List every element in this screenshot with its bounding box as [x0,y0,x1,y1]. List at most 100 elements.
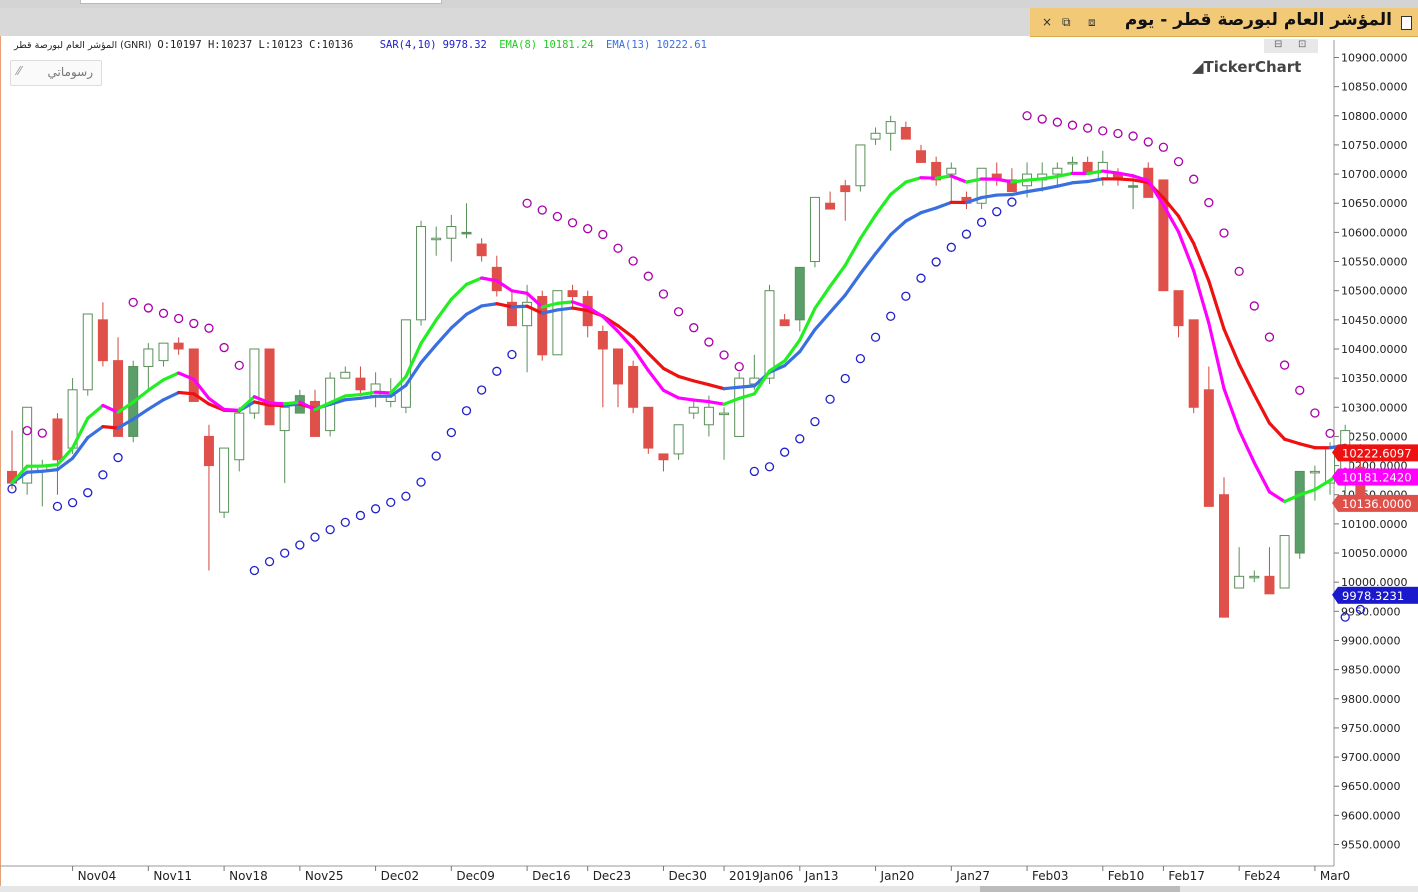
x-tick-label: Dec02 [381,869,420,883]
x-tick-label: Dec16 [532,869,571,883]
ema13-line-segment [661,366,681,379]
sar-point [583,224,593,234]
ema8-line-segment [889,180,908,196]
sar-point [749,466,759,477]
candle-body-up [82,313,93,391]
candle-body-down [1188,319,1199,408]
candle-body-down [203,435,214,467]
candle-body-up [416,226,427,321]
ema8-line-segment [434,297,453,322]
sar-point [961,229,972,239]
candle-body-up [143,348,154,367]
sar-point [719,350,729,360]
y-tick-label: 10550.0000 [1341,256,1407,269]
ema13-line-segment [919,206,938,215]
candle-body-up [946,167,957,175]
y-tick-label: 10050.0000 [1341,547,1407,560]
ema13-line-segment [146,398,166,411]
ema13-line-segment [1207,279,1226,331]
sar-point [764,462,775,472]
ema13-line-segment [555,306,575,312]
ema8-line-segment [1313,478,1332,492]
ema8-line-segment [419,318,438,345]
candle-body-up [1249,575,1260,579]
ema13-line-segment [737,384,756,389]
y-tick-label: 10650.0000 [1341,197,1407,210]
candle-body-up [400,319,411,408]
x-tick-label: Feb10 [1108,869,1145,883]
sar-point [370,504,381,514]
y-tick-label: 10250.0000 [1341,430,1407,443]
sar-point [643,271,653,281]
sar-point [264,556,275,567]
ema13-line-segment [177,390,196,396]
sar-point [1067,120,1078,130]
y-tick-label: 10500.0000 [1341,285,1407,298]
candle-body-up [719,412,730,416]
ema13-line-segment [858,251,878,276]
x-tick-label: Jan27 [955,869,990,883]
sar-point [1158,142,1169,152]
sar-point [37,428,47,438]
sar-point [143,303,154,313]
x-tick-label: Feb24 [1244,869,1281,883]
sar-point [1083,123,1093,133]
x-tick-label: Jan13 [804,869,839,883]
sar-point [401,491,411,501]
sar-point [1052,117,1062,127]
sar-point [1143,137,1153,147]
ema8-line-segment [843,236,863,267]
ema13-line-segment [510,304,529,309]
price-label-pointer [1332,586,1338,604]
sar-point [840,373,850,384]
y-tick-label: 9750.0000 [1341,722,1401,735]
x-tick-label: Mar0 [1320,869,1350,883]
sar-point [1295,385,1305,395]
x-tick-label: Jan20 [880,869,915,883]
sar-point [295,540,305,550]
ema13-line-segment [343,396,363,402]
candle-body-up [1309,470,1320,474]
ema8-line-segment [161,371,181,382]
candle-body-down [1264,575,1275,595]
x-tick-label: 2019Jan06 [729,869,793,883]
x-tick-label: Dec09 [456,869,495,883]
y-tick-label: 9700.0000 [1341,751,1401,764]
sar-point [98,470,108,480]
sar-point [780,447,790,457]
sar-point [325,524,335,535]
candle-body-down [658,453,669,461]
y-tick-label: 9550.0000 [1341,839,1401,852]
y-tick-label: 10100.0000 [1341,518,1407,531]
sar-point [916,273,926,283]
ema8-line-segment [873,192,893,217]
price-label-text: 10222.6097 [1342,446,1412,460]
ema8-line-segment [40,463,60,468]
sar-point [1022,111,1032,121]
horizontal-scrollbar[interactable] [0,886,1418,892]
sar-point [931,257,941,267]
sar-point [113,452,123,463]
sar-point [1310,408,1320,418]
ema13-line-segment [480,302,499,308]
sar-point [886,311,896,321]
price-chart[interactable]: 10900.0000 10850.0000 10800.0000 10750.0000… [0,0,1418,892]
sar-point [673,307,684,317]
sar-point [567,218,578,228]
ema8-line-segment [904,176,923,184]
sar-point [1219,228,1229,238]
sar-point [976,217,987,227]
candle-body-down [1173,290,1184,327]
candle-body-down [355,377,366,391]
candle-body-down [628,365,639,408]
ema8-line-segment [858,213,878,241]
ema8-line-segment [1207,321,1226,391]
x-tick-label: Nov25 [305,869,344,883]
scrollbar-thumb[interactable] [980,886,1180,892]
ema8-line-segment [449,282,469,301]
y-tick-label: 10700.0000 [1341,168,1407,181]
ema13-line-segment [1298,442,1317,450]
sar-point [1098,126,1108,136]
sar-point [946,242,956,252]
ema13-line-segment [889,219,908,237]
